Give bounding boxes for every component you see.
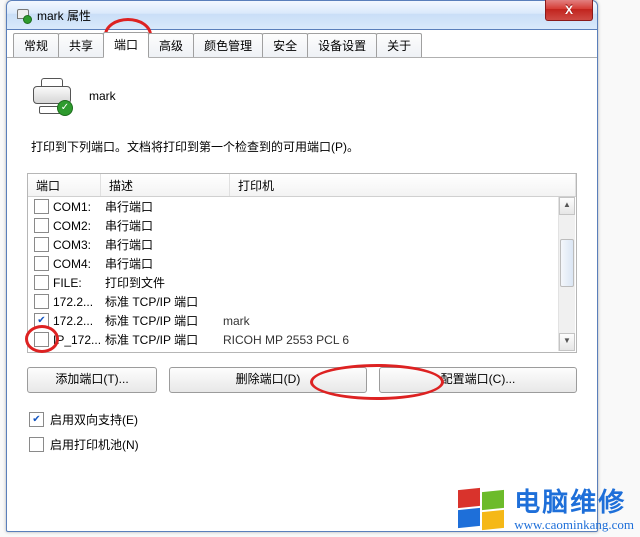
port-list: 端口 描述 打印机 COM1:串行端口COM2:串行端口COM3:串行端口COM…: [27, 173, 577, 353]
option-printer-pool[interactable]: 启用打印机池(N): [29, 436, 577, 453]
tab-ports[interactable]: 端口: [103, 32, 149, 58]
option-bidirectional[interactable]: 启用双向支持(E): [29, 411, 577, 428]
windows-flag-icon: [458, 489, 508, 533]
port-list-scrollbar[interactable]: ▲ ▼: [558, 197, 575, 351]
label-bidi: 启用双向支持(E): [50, 411, 138, 428]
tab-body: ✓ mark 打印到下列端口。文档将打印到第一个检查到的可用端口(P)。 端口 …: [7, 58, 597, 477]
checkbox-bidi[interactable]: [29, 412, 44, 427]
scroll-thumb[interactable]: [560, 239, 574, 287]
port-cell-printer: RICOH MP 2553 PCL 6: [223, 333, 576, 347]
port-cell-port: COM2:: [53, 219, 105, 233]
tab-general[interactable]: 常规: [13, 33, 59, 57]
add-port-button[interactable]: 添加端口(T)...: [27, 367, 157, 393]
tab-colormgmt[interactable]: 颜色管理: [193, 33, 263, 57]
printer-header: ✓ mark: [31, 78, 577, 114]
label-pool: 启用打印机池(N): [50, 436, 139, 453]
port-cell-desc: 标准 TCP/IP 端口: [105, 331, 223, 348]
tab-sharing[interactable]: 共享: [58, 33, 104, 57]
port-row[interactable]: IP_172...标准 TCP/IP 端口RICOH MP 2553 PCL 6: [28, 330, 576, 349]
scroll-up-icon[interactable]: ▲: [559, 197, 575, 215]
delete-port-button[interactable]: 删除端口(D): [169, 367, 367, 393]
port-checkbox[interactable]: [34, 275, 49, 290]
port-checkbox[interactable]: [34, 218, 49, 233]
port-checkbox[interactable]: [34, 313, 49, 328]
configure-port-button[interactable]: 配置端口(C)...: [379, 367, 577, 393]
col-header-desc[interactable]: 描述: [101, 174, 230, 196]
port-cell-desc: 串行端口: [105, 217, 223, 234]
port-cell-port: COM1:: [53, 200, 105, 214]
port-checkbox[interactable]: [34, 199, 49, 214]
port-cell-port: COM3:: [53, 238, 105, 252]
port-checkbox[interactable]: [34, 332, 49, 347]
port-row[interactable]: COM3:串行端口: [28, 235, 576, 254]
port-cell-desc: 标准 TCP/IP 端口: [105, 312, 223, 329]
watermark-url: www.caominkang.com: [514, 518, 634, 533]
port-cell-port: FILE:: [53, 276, 105, 290]
port-row[interactable]: COM1:串行端口: [28, 197, 576, 216]
port-cell-port: COM4:: [53, 257, 105, 271]
port-cell-port: IP_172...: [53, 333, 105, 347]
scroll-down-icon[interactable]: ▼: [559, 333, 575, 351]
window-title: mark 属性: [37, 7, 91, 24]
checkbox-pool[interactable]: [29, 437, 44, 452]
port-cell-desc: 标准 TCP/IP 端口: [105, 293, 223, 310]
col-header-printer[interactable]: 打印机: [230, 174, 576, 196]
close-button[interactable]: X: [545, 0, 593, 21]
properties-window: mark 属性 X 常规 共享 端口 高级 颜色管理 安全 设备设置 关于 ✓ …: [6, 0, 598, 532]
port-buttons: 添加端口(T)... 删除端口(D) 配置端口(C)...: [27, 367, 577, 393]
tab-devicesettings[interactable]: 设备设置: [307, 33, 377, 57]
tab-strip: 常规 共享 端口 高级 颜色管理 安全 设备设置 关于: [7, 30, 597, 58]
port-cell-desc: 串行端口: [105, 198, 223, 215]
port-checkbox[interactable]: [34, 256, 49, 271]
port-row[interactable]: 172.2...标准 TCP/IP 端口: [28, 292, 576, 311]
port-cell-desc: 打印到文件: [105, 274, 223, 291]
port-row[interactable]: FILE:打印到文件: [28, 273, 576, 292]
printer-titlebar-icon: [15, 7, 31, 23]
tab-advanced[interactable]: 高级: [148, 33, 194, 57]
watermark: 电脑维修 www.caominkang.com: [458, 488, 634, 533]
port-checkbox[interactable]: [34, 237, 49, 252]
port-cell-port: 172.2...: [53, 314, 105, 328]
port-cell-port: 172.2...: [53, 295, 105, 309]
col-header-port[interactable]: 端口: [28, 174, 101, 196]
tab-security[interactable]: 安全: [262, 33, 308, 57]
port-cell-desc: 串行端口: [105, 236, 223, 253]
port-row[interactable]: COM4:串行端口: [28, 254, 576, 273]
port-row[interactable]: COM2:串行端口: [28, 216, 576, 235]
port-cell-printer: mark: [223, 314, 576, 328]
tab-about[interactable]: 关于: [376, 33, 422, 57]
port-checkbox[interactable]: [34, 294, 49, 309]
printer-icon: ✓: [31, 78, 71, 114]
port-cell-desc: 串行端口: [105, 255, 223, 272]
printer-name: mark: [89, 89, 116, 103]
close-icon: X: [565, 3, 573, 17]
watermark-text: 电脑维修: [514, 488, 634, 518]
port-row[interactable]: 172.2...标准 TCP/IP 端口mark: [28, 311, 576, 330]
port-list-header: 端口 描述 打印机: [28, 174, 576, 197]
titlebar: mark 属性 X: [7, 1, 597, 30]
ports-description: 打印到下列端口。文档将打印到第一个检查到的可用端口(P)。: [31, 138, 577, 155]
